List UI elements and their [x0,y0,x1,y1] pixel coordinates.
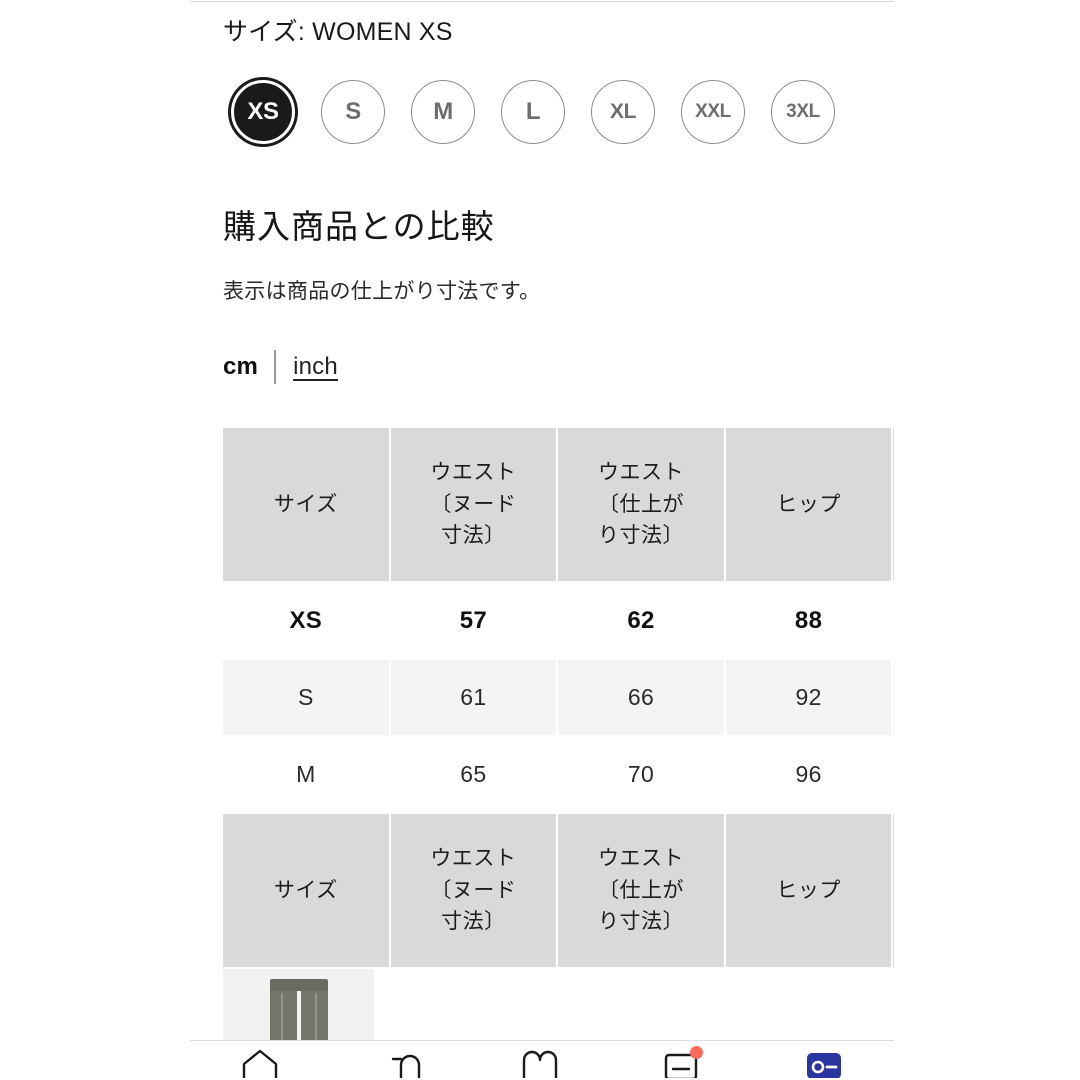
home-icon [243,1049,278,1078]
header-waist-fin-line1: ウエスト [597,846,684,870]
table-header-row: サイズ ウエスト 〔ヌード 寸法〕 ウエスト 〔仕上が り寸法〕 ヒップ [223,428,894,583]
heart-icon [522,1050,558,1078]
cell-size: S [223,660,389,737]
cell-hip: 92 [725,660,892,737]
header-waist-nude-line2: 〔ヌード [430,492,517,516]
header-cell-watari: わた [893,814,894,969]
size-option-xxl[interactable]: XXL [668,68,758,156]
header-waist-nude-line1: ウエスト [430,846,517,870]
header-waist-fin-line2: 〔仕上が [597,878,684,902]
nav-favorites-button[interactable] [503,1048,581,1080]
cell-waist-nude: 57 [390,583,557,660]
header-size-text: サイズ [273,492,338,516]
size-option-label: L [525,98,541,125]
header-waist-nude-line3: 寸法〕 [441,910,506,934]
header-hip-text: ヒップ [776,492,841,516]
cell-hip: 96 [725,737,892,814]
size-option-m[interactable]: M [398,68,488,156]
size-option-list: XS S M L XL XXL 3XL [218,68,848,156]
table-row: M 65 70 96 3 [223,737,894,814]
size-option-label: XL [609,100,637,123]
size-option-s[interactable]: S [308,68,398,156]
header-cell-waist-finished: ウエスト 〔仕上が り寸法〕 [558,428,724,583]
nav-home-button[interactable] [221,1048,299,1080]
table-row: S 61 66 92 3 [223,660,894,737]
header-waist-fin-line1: ウエスト [597,460,684,484]
header-watari-text: わた [893,875,894,907]
header-waist-fin-line3: り寸法〕 [597,910,684,934]
cell-watari: 3 [893,660,894,737]
size-option-xs[interactable]: XS [218,68,308,156]
cell-waist-finished: 62 [558,583,724,660]
header-waist-nude-line1: ウエスト [430,460,517,484]
header-waist-nude-line2: 〔ヌード [430,878,517,902]
nav-search-button[interactable] [362,1048,440,1080]
cell-waist-finished: 70 [558,737,724,814]
notification-badge [689,1046,703,1059]
size-option-label: XXL [695,101,731,122]
page-content: サイズ: WOMEN XS XS S M L XL XXL 3XL 購入商品との… [190,0,894,1080]
cell-size: M [223,737,389,814]
top-divider [190,1,894,2]
size-option-label: 3XL [786,101,820,122]
header-cell-hip: ヒップ [725,814,892,969]
size-option-label: S [345,98,361,125]
size-table: サイズ ウエスト 〔ヌード 寸法〕 ウエスト 〔仕上が り寸法〕 ヒップ XS … [223,428,894,1080]
header-waist-fin-line2: 〔仕上が [597,492,684,516]
compare-note: 表示は商品の仕上がり寸法です。 [223,280,541,303]
size-option-l[interactable]: L [488,68,578,156]
header-waist-fin-line3: り寸法〕 [597,524,684,548]
header-cell-size: サイズ [223,428,389,583]
search-icon [391,1054,421,1078]
selected-size-label: サイズ: WOMEN XS [223,18,453,46]
header-size-text: サイズ [273,878,338,902]
header-hip-text: ヒップ [776,878,841,902]
bottom-navigation-bar [190,1040,894,1080]
size-table-scroll[interactable]: サイズ ウエスト 〔ヌード 寸法〕 ウエスト 〔仕上が り寸法〕 ヒップ XS … [223,428,894,1080]
compare-heading: 購入商品との比較 [223,208,495,245]
cell-waist-nude: 65 [390,737,557,814]
size-option-label: XS [247,98,279,125]
header-cell-hip: ヒップ [725,428,892,583]
unit-toggle: cm inch [223,348,338,386]
cell-waist-nude: 61 [390,660,557,737]
cell-waist-finished: 66 [558,660,724,737]
header-cell-size: サイズ [223,814,389,969]
header-cell-watari: わた [893,428,894,583]
table-row: XS 57 62 88 3 [223,583,894,660]
header-cell-waist-finished: ウエスト 〔仕上が り寸法〕 [558,814,724,969]
nav-orders-button[interactable] [644,1046,722,1080]
nav-membership-button[interactable] [785,1048,863,1080]
table-header-row-secondary: サイズ ウエスト 〔ヌード 寸法〕 ウエスト 〔仕上が り寸法〕 ヒップ [223,814,894,969]
size-option-label: M [433,98,453,125]
membership-card-icon [806,1053,841,1078]
unit-inch-button[interactable]: inch [276,353,338,381]
cell-watari: 3 [893,737,894,814]
header-watari-text: わた [893,489,894,521]
cell-size: XS [223,583,389,660]
header-cell-waist-nude: ウエスト 〔ヌード 寸法〕 [390,428,557,583]
header-cell-waist-nude: ウエスト 〔ヌード 寸法〕 [390,814,557,969]
cell-watari: 3 [893,583,894,660]
cell-hip: 88 [725,583,892,660]
size-option-xl[interactable]: XL [578,68,668,156]
header-waist-nude-line3: 寸法〕 [441,524,506,548]
screen: サイズ: WOMEN XS XS S M L XL XXL 3XL 購入商品との… [0,0,1080,1080]
size-option-3xl[interactable]: 3XL [758,68,848,156]
unit-cm-button[interactable]: cm [223,353,274,381]
